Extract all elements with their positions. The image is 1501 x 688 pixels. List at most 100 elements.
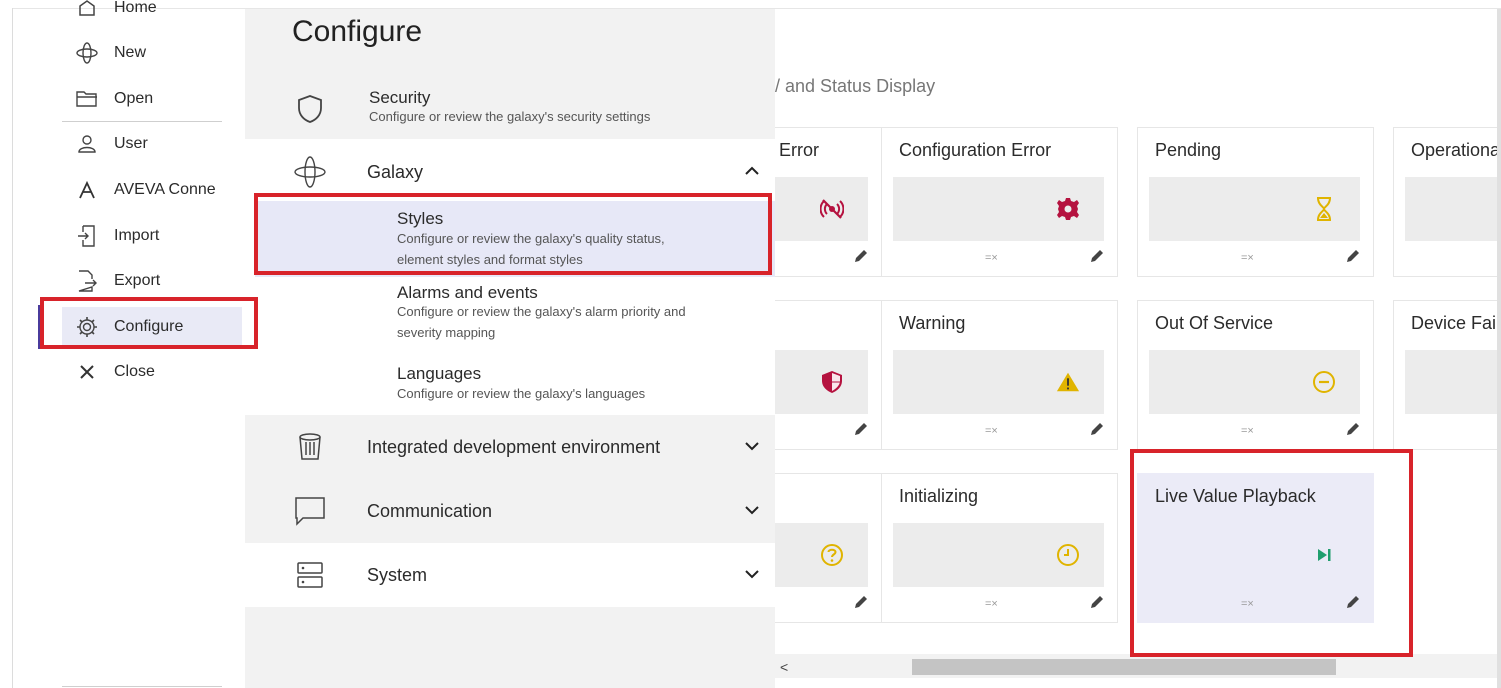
pencil-icon[interactable]	[853, 248, 869, 264]
hourglass-icon	[1312, 197, 1336, 221]
status-card-security[interactable]	[775, 300, 882, 450]
status-card-configuration-error[interactable]: Configuration Error =×	[881, 127, 1118, 277]
status-card-warning[interactable]: Warning =×	[881, 300, 1118, 450]
status-display-panel: / and Status Display Error Configuration…	[775, 78, 1501, 688]
card-preview	[1405, 177, 1501, 241]
nav-label: Home	[114, 0, 157, 16]
aveva-logo-icon	[74, 177, 100, 203]
nav-separator	[62, 121, 222, 122]
chevron-down-icon[interactable]	[743, 437, 761, 455]
card-preview	[1149, 177, 1360, 241]
card-title: Error	[779, 140, 819, 160]
subitem-alarms-events[interactable]: Alarms and events Configure or review th…	[255, 279, 775, 347]
format-icon[interactable]: =×	[985, 425, 998, 437]
format-icon[interactable]: =×	[985, 252, 998, 264]
section-subtitle: Configure or review the galaxy's securit…	[369, 109, 651, 124]
status-card-out-of-service[interactable]: Out Of Service =×	[1137, 300, 1374, 450]
nav-item-aveva-connect[interactable]: AVEVA Conne	[62, 170, 242, 210]
pencil-icon[interactable]	[853, 421, 869, 437]
nav-item-close[interactable]: Close	[62, 352, 242, 392]
import-icon	[74, 223, 100, 249]
scrollbar-thumb[interactable]	[912, 659, 1336, 675]
close-icon	[74, 359, 100, 385]
section-galaxy: Galaxy Styles Configure or review the ga…	[245, 139, 775, 415]
nav-item-home[interactable]: Home	[62, 0, 242, 28]
nav-item-open[interactable]: Open	[62, 79, 242, 119]
scroll-left-arrow[interactable]: <	[780, 659, 788, 675]
subitem-desc: Configure or review the galaxy's quality…	[397, 231, 665, 267]
nav-label: AVEVA Conne	[114, 181, 216, 198]
card-title: Device Failu	[1411, 313, 1501, 333]
chevron-up-icon[interactable]	[743, 162, 761, 180]
chat-bubble-icon	[293, 494, 327, 528]
card-title: Out Of Service	[1155, 313, 1274, 333]
card-title: Pending	[1155, 140, 1222, 160]
format-icon[interactable]: =×	[1241, 252, 1254, 264]
section-galaxy-header[interactable]: Galaxy	[245, 139, 775, 201]
nav-label: New	[114, 44, 147, 61]
section-title: Galaxy	[367, 162, 424, 182]
chevron-down-icon[interactable]	[743, 565, 761, 583]
status-card-initializing[interactable]: Initializing =×	[881, 473, 1118, 623]
card-preview	[1405, 350, 1501, 414]
galaxy-icon	[293, 155, 327, 189]
card-title: Live Value Playback	[1155, 486, 1316, 506]
subitem-languages[interactable]: Languages Configure or review the galaxy…	[255, 359, 775, 411]
shield-alert-icon	[820, 370, 844, 394]
section-ide[interactable]: Integrated development environment	[245, 415, 775, 479]
chevron-down-icon[interactable]	[743, 501, 761, 519]
card-title: Operationa	[1411, 140, 1501, 160]
nav-label: Close	[114, 363, 155, 380]
format-icon[interactable]: =×	[1241, 425, 1254, 437]
shield-icon	[293, 92, 327, 126]
pencil-icon[interactable]	[853, 594, 869, 610]
subitem-title: Alarms and events	[397, 283, 538, 302]
nav-item-new[interactable]: New	[62, 33, 242, 73]
status-card-device-failure[interactable]: Device Failu	[1393, 300, 1501, 450]
section-communication[interactable]: Communication	[245, 479, 775, 543]
panel-header: / and Status Display	[775, 78, 936, 96]
nav-label: Open	[114, 90, 154, 107]
nav-item-configure[interactable]: Configure	[62, 307, 242, 347]
pencil-icon[interactable]	[1089, 421, 1105, 437]
nav-bottom-separator	[62, 686, 222, 687]
right-edge	[1497, 9, 1501, 688]
section-system[interactable]: System	[245, 543, 775, 607]
format-icon[interactable]: =×	[1241, 598, 1254, 610]
section-title: Integrated development environment	[367, 437, 661, 457]
card-preview	[775, 523, 868, 587]
nav-border	[12, 8, 13, 688]
pencil-icon[interactable]	[1089, 594, 1105, 610]
pencil-icon[interactable]	[1345, 421, 1361, 437]
status-card-error[interactable]: Error	[775, 127, 882, 277]
card-preview	[893, 177, 1104, 241]
pencil-icon[interactable]	[1345, 594, 1361, 610]
status-card-live-value-playback[interactable]: Live Value Playback =×	[1137, 473, 1374, 623]
nav-item-user[interactable]: User	[62, 124, 242, 164]
nav-item-export[interactable]: Export	[62, 261, 242, 301]
nav-item-import[interactable]: Import	[62, 216, 242, 256]
galaxy-icon	[74, 40, 100, 66]
pencil-icon[interactable]	[1089, 248, 1105, 264]
status-card-operational[interactable]: Operationa	[1393, 127, 1501, 277]
page-title: Configure	[292, 15, 423, 48]
clock-icon	[1056, 543, 1080, 567]
status-card-uncertain[interactable]	[775, 473, 882, 623]
section-title: System	[367, 565, 428, 585]
nav-label: Import	[114, 227, 160, 244]
subitem-desc: Configure or review the galaxy's alarm p…	[397, 304, 686, 340]
status-card-pending[interactable]: Pending =×	[1137, 127, 1374, 277]
card-title: Warning	[899, 313, 966, 333]
pencil-icon[interactable]	[1345, 248, 1361, 264]
card-preview	[775, 177, 868, 241]
play-next-icon	[1312, 543, 1336, 567]
server-icon	[293, 558, 327, 592]
section-security[interactable]: Security Configure or review the galaxy'…	[245, 74, 775, 139]
gear-icon	[1056, 197, 1080, 221]
section-title: Security	[369, 88, 431, 107]
subitem-styles[interactable]: Styles Configure or review the galaxy's …	[255, 201, 775, 277]
card-preview	[775, 350, 868, 414]
format-icon[interactable]: =×	[985, 598, 998, 610]
card-title: Configuration Error	[899, 140, 1052, 160]
section-title: Communication	[367, 501, 493, 521]
